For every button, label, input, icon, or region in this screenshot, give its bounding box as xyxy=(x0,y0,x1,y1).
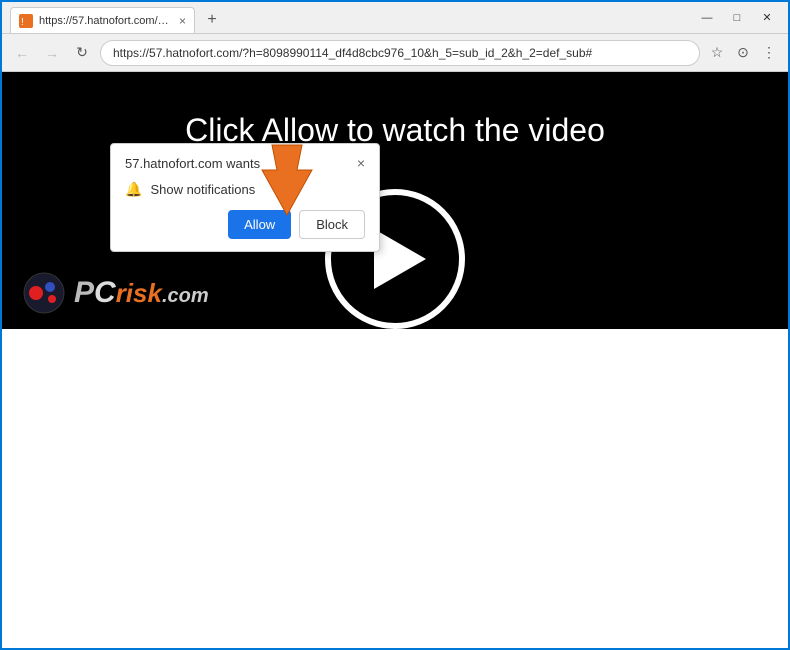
title-bar: ! https://57.hatnofort.com/?h=809 × + — … xyxy=(2,2,788,34)
address-icons: ☆ ⊙ ⋮ xyxy=(706,42,780,64)
watermark-text: PCrisk.com xyxy=(74,276,209,310)
bookmark-icon[interactable]: ☆ xyxy=(706,42,728,64)
browser-window: ! https://57.hatnofort.com/?h=809 × + — … xyxy=(0,0,790,650)
block-button[interactable]: Block xyxy=(299,210,365,239)
maximize-button[interactable]: □ xyxy=(724,9,750,27)
forward-button[interactable]: → xyxy=(40,41,64,65)
popup-notification-item: 🔔 Show notifications xyxy=(125,181,365,198)
allow-button[interactable]: Allow xyxy=(228,210,291,239)
address-bar: ← → ↻ ☆ ⊙ ⋮ xyxy=(2,34,788,72)
popup-header: 57.hatnofort.com wants × xyxy=(125,156,365,171)
notification-popup: 57.hatnofort.com wants × 🔔 Show notifica… xyxy=(110,143,380,252)
popup-title: 57.hatnofort.com wants xyxy=(125,156,260,171)
svg-text:!: ! xyxy=(21,17,24,28)
popup-buttons: Allow Block xyxy=(125,210,365,239)
popup-close-button[interactable]: × xyxy=(357,156,365,170)
tab-close-button[interactable]: × xyxy=(179,14,186,28)
account-icon[interactable]: ⊙ xyxy=(732,42,754,64)
bell-icon: 🔔 xyxy=(125,181,142,198)
refresh-button[interactable]: ↻ xyxy=(70,41,94,65)
back-button[interactable]: ← xyxy=(10,41,34,65)
menu-icon[interactable]: ⋮ xyxy=(758,42,780,64)
tab-area: ! https://57.hatnofort.com/?h=809 × + xyxy=(10,2,694,33)
active-tab[interactable]: ! https://57.hatnofort.com/?h=809 × xyxy=(10,7,195,33)
minimize-button[interactable]: — xyxy=(694,9,720,27)
pcrisk-logo-icon xyxy=(22,271,66,315)
tab-favicon: ! xyxy=(19,14,33,28)
address-input[interactable] xyxy=(100,40,700,66)
popup-notification-label: Show notifications xyxy=(150,182,255,197)
watermark: PCrisk.com xyxy=(22,271,209,315)
new-tab-button[interactable]: + xyxy=(199,7,225,33)
close-button[interactable]: ✕ xyxy=(754,9,780,27)
play-triangle-icon xyxy=(374,229,426,289)
tab-title: https://57.hatnofort.com/?h=809 xyxy=(39,15,169,27)
window-controls: — □ ✕ xyxy=(694,9,780,27)
notification-popup-overlay: 57.hatnofort.com wants × 🔔 Show notifica… xyxy=(110,143,380,252)
